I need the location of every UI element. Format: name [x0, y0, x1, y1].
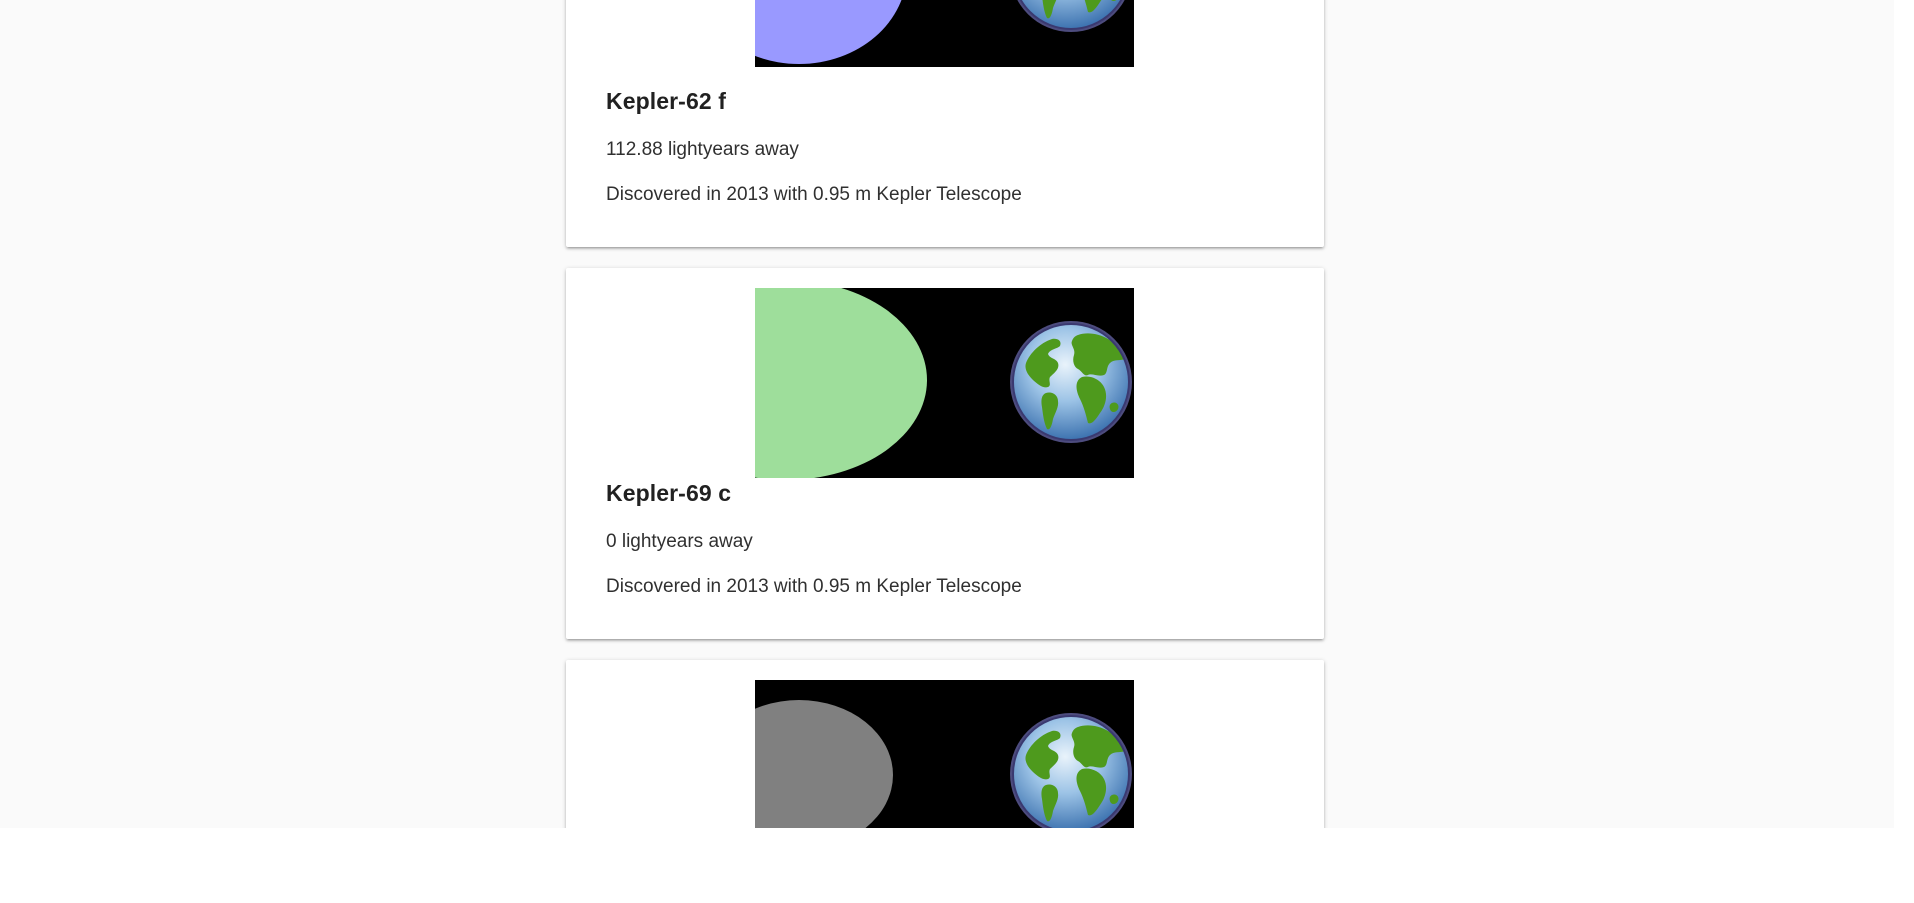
size-comparison-visual [755, 0, 1134, 67]
planet-discovery: Discovered in 2013 with 0.95 m Kepler Te… [606, 576, 1022, 597]
planet-disc [755, 288, 927, 478]
earth-icon [1008, 0, 1134, 34]
planet-distance: 0 lightyears away [606, 531, 753, 552]
earth-icon [1008, 711, 1134, 828]
size-comparison-visual [755, 288, 1134, 478]
planet-disc [755, 0, 907, 64]
planet-list: Kepler-62 f 112.88 lightyears away Disco… [0, 0, 1894, 828]
planet-card: Kepler-69 c 0 lightyears away Discovered… [566, 268, 1324, 639]
size-comparison-visual [755, 680, 1134, 828]
planet-discovery: Discovered in 2013 with 0.95 m Kepler Te… [606, 184, 1022, 205]
planet-disc [755, 700, 893, 828]
planet-card: Kepler-62 f 112.88 lightyears away Disco… [566, 0, 1324, 247]
planet-card [566, 660, 1324, 828]
planet-name: Kepler-69 c [606, 480, 732, 506]
planet-distance: 112.88 lightyears away [606, 139, 799, 160]
earth-icon [1008, 319, 1134, 445]
planet-name: Kepler-62 f [606, 88, 726, 114]
